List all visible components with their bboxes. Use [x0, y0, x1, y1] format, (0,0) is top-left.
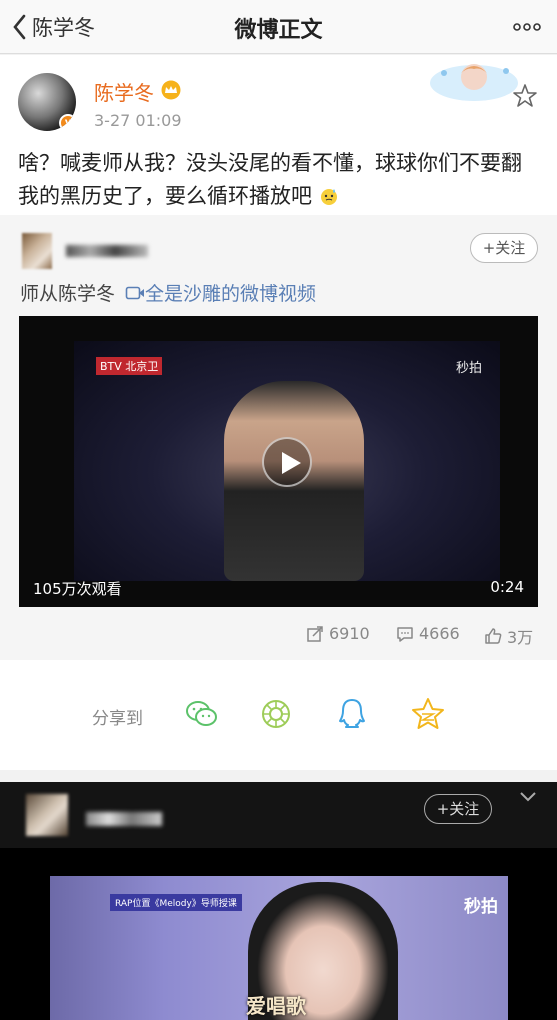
page-title: 微博正文 — [234, 18, 323, 43]
post: v 陈学冬 3-27 01:09 啥？喊麦师从我？没头没尾的看不懂，球球你们不要… — [0, 55, 557, 215]
post-time: 3-27 01:09 — [94, 111, 182, 130]
nav-bar: 陈学冬 微博正文 — [0, 0, 557, 54]
chevron-down-icon[interactable] — [518, 790, 538, 804]
video-link[interactable]: 全是沙雕的微博视频 — [145, 283, 316, 305]
post-text-body: 啥？喊麦师从我？没头没尾的看不懂，球球你们不要翻我的黑历史了，要么循环播放吧 — [18, 151, 522, 208]
view-count: 105万次观看 — [33, 580, 122, 598]
qq-icon[interactable] — [334, 696, 370, 732]
share-label: 分享到 — [92, 709, 143, 729]
post-text: 啥？喊麦师从我？没头没尾的看不懂，球球你们不要翻我的黑历史了，要么循环播放吧 — [18, 147, 538, 213]
wechat-icon[interactable] — [184, 696, 220, 732]
thumbs-up-icon — [485, 628, 502, 644]
qzone-icon[interactable] — [410, 696, 446, 732]
repost-count: 6910 — [329, 624, 370, 643]
comment-icon — [397, 626, 413, 642]
sweat-emoji-icon — [320, 189, 337, 205]
repost-stat[interactable]: 6910 — [306, 624, 370, 643]
author-name[interactable]: 陈学冬 — [94, 77, 154, 106]
repost-text-prefix: 师从陈学冬 — [20, 283, 122, 305]
comment-count: 4666 — [419, 624, 460, 643]
play-button[interactable] — [262, 437, 312, 487]
more-dots-icon[interactable] — [511, 13, 543, 41]
verified-icon: v — [59, 114, 76, 131]
avatar[interactable]: v — [18, 73, 76, 131]
repost-card[interactable]: +关注 师从陈学冬 全是沙雕的微博视频 BTV 北京卫 秒拍 105万次观看 0… — [0, 215, 557, 660]
repost-avatar[interactable] — [22, 233, 52, 269]
repost-text: 师从陈学冬 全是沙雕的微博视频 — [20, 279, 316, 306]
video-player[interactable]: BTV 北京卫 秒拍 105万次观看 0:24 — [19, 316, 538, 607]
like-stat[interactable]: 3万 — [484, 624, 533, 648]
platform-logo: 秒拍 — [455, 361, 482, 376]
second-post[interactable]: +关注 RAP位置《Melody》导师授课 秒拍 — [0, 782, 557, 1020]
video-link-icon — [125, 286, 145, 300]
follow-button[interactable]: +关注 — [470, 233, 538, 263]
moments-icon[interactable] — [258, 696, 294, 732]
repost-icon — [307, 625, 323, 642]
second-video-tag: RAP位置《Melody》导师授课 — [110, 894, 242, 911]
share-bar: 分享到 — [0, 660, 557, 770]
repost-author-name[interactable] — [66, 245, 148, 257]
play-icon — [282, 452, 301, 474]
channel-logo: BTV 北京卫 — [96, 357, 163, 375]
favorite-star-icon[interactable] — [512, 83, 538, 109]
crown-icon — [161, 80, 181, 100]
second-video-platform: 秒拍 — [464, 897, 498, 917]
second-post-author-name[interactable] — [86, 812, 162, 826]
video-duration: 0:24 — [490, 578, 524, 596]
second-post-avatar[interactable] — [26, 794, 68, 836]
watermark: 爱唱歌 — [246, 994, 306, 1018]
comment-stat[interactable]: 4666 — [396, 624, 460, 643]
like-count: 3万 — [507, 628, 534, 647]
follow-button-2[interactable]: +关注 — [424, 794, 492, 824]
post-stats: 6910 4666 3万 — [0, 624, 557, 650]
card-decoration — [430, 64, 518, 101]
